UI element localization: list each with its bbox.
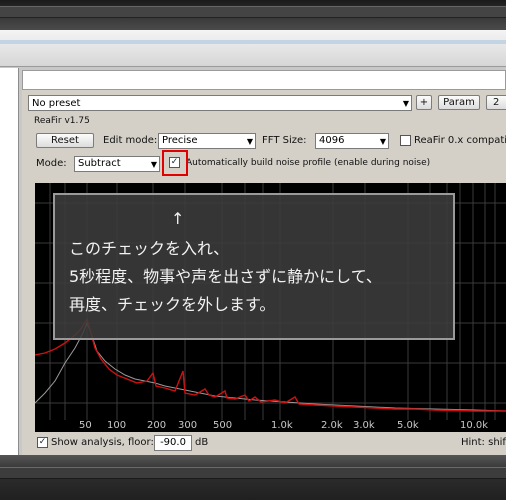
preset-value: No preset: [32, 98, 81, 109]
tick-label: 3.0k: [353, 420, 375, 431]
edit-mode-label: Edit mode:: [103, 135, 158, 146]
tick-label: 300: [178, 420, 198, 431]
instruction-line-2: 5秒程度、物事や声を出さずに静かにして、: [69, 267, 382, 286]
window-frame-top: [0, 0, 506, 30]
floor-input[interactable]: -90.0: [154, 435, 192, 451]
instruction-line-1: このチェックを入れ、: [69, 239, 230, 258]
tick-label: 500: [213, 420, 233, 431]
tick-label: 5.0k: [397, 420, 419, 431]
window-frame-bottom: [0, 455, 506, 500]
preset-add-button[interactable]: +: [416, 95, 432, 110]
tick-label: 200: [147, 420, 167, 431]
host-toolbar: [0, 30, 506, 67]
param-button[interactable]: Param: [438, 95, 480, 110]
edit-mode-value: Precise: [162, 135, 198, 146]
compat-checkbox[interactable]: [400, 135, 411, 146]
mode-select[interactable]: Subtract ▼: [74, 156, 160, 172]
instruction-overlay: ↑ このチェックを入れ、 5秒程度、物事や声を出さずに静かにして、 再度、チェッ…: [53, 193, 455, 340]
fx-list-panel[interactable]: [0, 68, 19, 458]
toolbar-highlight: [0, 40, 506, 44]
mode-label: Mode:: [36, 158, 67, 169]
chevron-down-icon: ▼: [379, 137, 386, 146]
show-analysis-checkbox[interactable]: ✓: [37, 437, 48, 448]
chevron-down-icon: ▼: [402, 99, 409, 108]
auto-noise-label: Automatically build noise profile (enabl…: [186, 158, 431, 168]
chevron-down-icon: ▼: [150, 160, 157, 169]
mode-value: Subtract: [78, 158, 121, 169]
fft-size-label: FFT Size:: [262, 135, 307, 146]
frame-stripe: [0, 467, 506, 479]
tick-label: 2.0k: [321, 420, 343, 431]
edit-mode-select[interactable]: Precise ▼: [158, 133, 256, 149]
compat-label: ReaFir 0.x compatib: [414, 135, 506, 146]
tick-label: 10.0k: [460, 420, 489, 431]
floor-unit: dB: [195, 437, 209, 448]
up-arrow-icon: ↑: [171, 209, 185, 228]
highlight-box: [162, 150, 188, 176]
reset-button[interactable]: Reset: [36, 133, 94, 148]
hint-label: Hint: shift: [461, 437, 506, 448]
frequency-axis: 50 100 200 300 500 1.0k 2.0k 3.0k 5.0k 1…: [35, 420, 506, 432]
fft-size-select[interactable]: 4096 ▼: [315, 133, 389, 149]
plugin-header-bar: [22, 70, 506, 90]
instruction-line-3: 再度、チェックを外します。: [69, 295, 276, 314]
tick-label: 1.0k: [271, 420, 293, 431]
plugin-title: ReaFir v1.75: [34, 116, 90, 126]
frame-stripe: [0, 6, 506, 18]
fft-size-value: 4096: [319, 135, 345, 146]
preset-extra-button[interactable]: 2: [486, 95, 506, 110]
chevron-down-icon: ▼: [246, 137, 253, 146]
tick-label: 50: [79, 420, 92, 431]
preset-dropdown[interactable]: No preset ▼: [28, 95, 412, 111]
show-analysis-label: Show analysis, floor:: [51, 437, 154, 448]
tick-label: 100: [107, 420, 127, 431]
